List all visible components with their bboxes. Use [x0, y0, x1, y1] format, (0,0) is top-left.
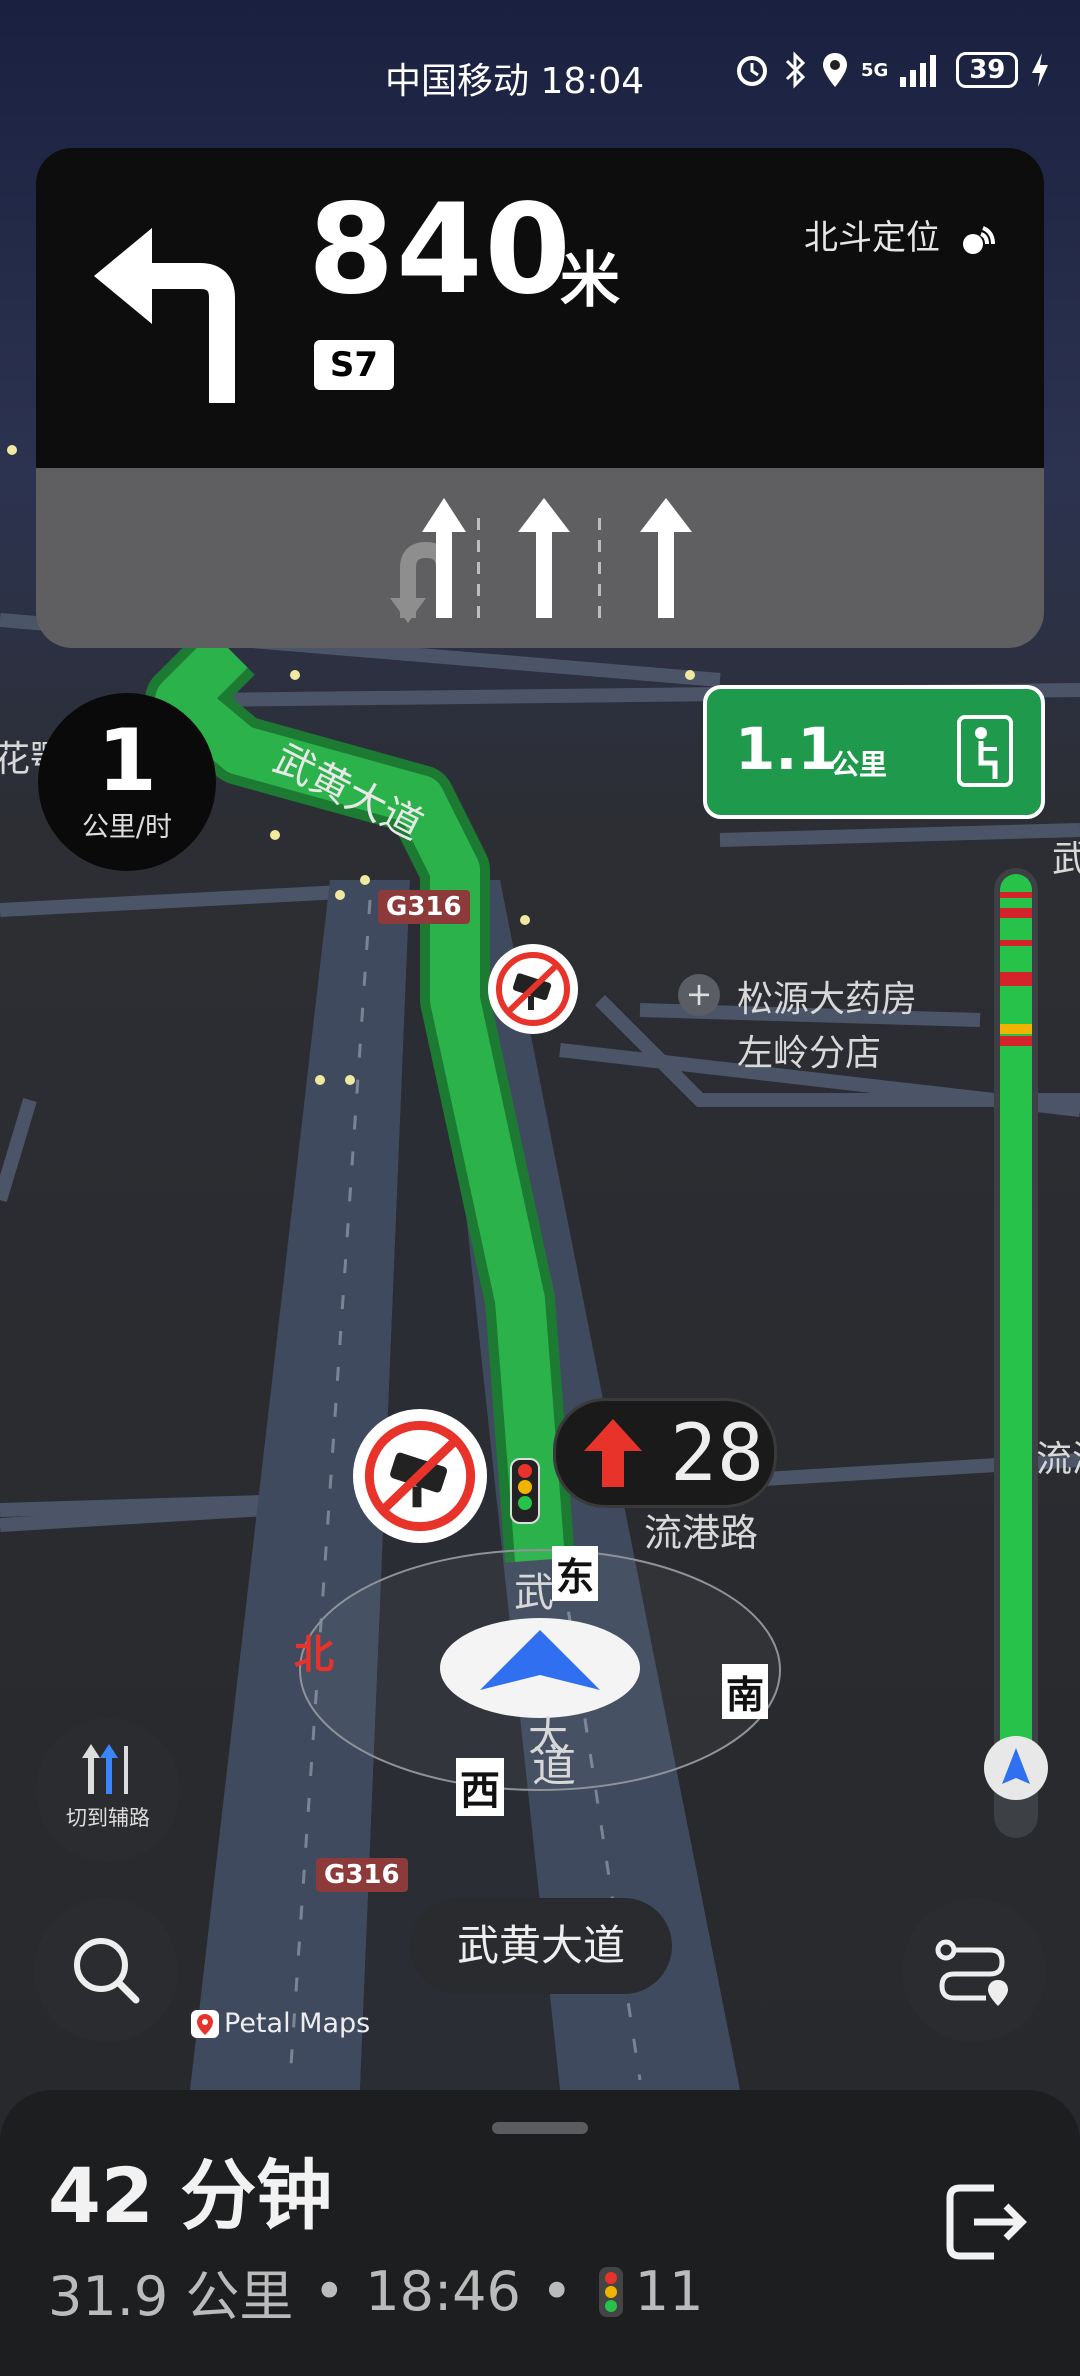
traffic-light-count: 11: [634, 2260, 704, 2323]
traffic-light-icon: [510, 1458, 540, 1524]
signal-countdown: 28: [553, 1398, 777, 1508]
search-icon: [74, 1938, 140, 2004]
petal-maps-logo-icon: [191, 2009, 219, 2038]
search-button[interactable]: [34, 1898, 178, 2042]
exit-distance-unit: 公里: [831, 748, 888, 781]
maneuver-distance-unit: 米: [560, 246, 620, 316]
speed-camera-icon[interactable]: [486, 942, 580, 1036]
signal-countdown-value: 28: [670, 1409, 764, 1499]
status-carrier-time: 中国移动 18:04: [385, 52, 644, 104]
route-options-button[interactable]: [902, 1898, 1046, 2042]
arrival-time: 18:46: [365, 2260, 521, 2323]
speed-camera-icon[interactable]: [350, 1406, 490, 1546]
charging-icon: [1032, 53, 1049, 87]
route-progress-marker: [984, 1736, 1048, 1800]
road-vertical-char-1: 武: [514, 1570, 554, 1616]
turn-left-icon: [94, 228, 235, 403]
battery-indicator: 39: [956, 52, 1019, 88]
positioning-text: 北斗定位: [804, 218, 940, 258]
current-road-name: 武黄大道: [410, 1898, 672, 1994]
location-icon: [823, 53, 847, 87]
trip-distance: 31.9 公里: [48, 2265, 294, 2328]
road-badge: S7: [314, 340, 394, 390]
highway-badge-bottom: G316: [316, 1858, 408, 1892]
exit-navigation-button[interactable]: [944, 2180, 1028, 2264]
exit-nav-icon: [946, 2184, 1027, 2260]
signal-strength-icon: [900, 55, 937, 87]
map-edge-label-right-top: 武: [1052, 839, 1080, 880]
compass-west: 西: [456, 1758, 504, 1816]
route-traffic-bar: [984, 868, 1048, 1838]
status-icons: 5G 39: [733, 48, 1050, 92]
compass-south: 南: [722, 1664, 769, 1719]
maneuver-distance: 840: [308, 178, 573, 322]
speed-unit: 公里/时: [81, 812, 173, 843]
straight-icon: [518, 498, 570, 618]
cross-road-label: 流港路: [644, 1511, 759, 1555]
switch-side-road-button[interactable]: 切到辅路: [36, 1718, 180, 1862]
highway-badge-top: G316: [378, 890, 470, 924]
speed-indicator: 1 公里/时: [38, 693, 216, 871]
compass-north: 北: [294, 1632, 334, 1678]
trip-details: 31.9 公里 • 18:46 • 11: [48, 2252, 703, 2331]
switch-road-icon: [82, 1744, 128, 1794]
guidance-card[interactable]: 840 米 S7 北斗定位: [36, 148, 1044, 648]
route-options-icon: [935, 1939, 1008, 2006]
exit-ramp-icon: [957, 715, 1013, 787]
carrier-name: 中国移动: [385, 61, 530, 102]
bluetooth-icon: [785, 51, 806, 89]
beidou-satellite-icon: [962, 225, 995, 254]
lane-guidance: [36, 468, 1044, 648]
poi-name-line-1[interactable]: 松源大药房: [737, 970, 917, 1022]
compass-east: 东: [552, 1546, 599, 1601]
road-vertical-char-3: 道: [532, 1741, 576, 1792]
pharmacy-poi-icon[interactable]: +: [678, 974, 720, 1016]
positioning-label: 北斗定位: [804, 210, 997, 259]
poi-name-line-2[interactable]: 左岭分店: [737, 1024, 881, 1076]
traffic-light-count-icon: [598, 2266, 623, 2317]
brand-watermark: Petal Maps: [190, 2008, 370, 2039]
uturn-straight-icon: [390, 498, 466, 623]
exit-distance: 1.1: [735, 715, 838, 783]
speed-value: 1: [97, 711, 157, 811]
exit-distance-badge[interactable]: 1.1 公里: [703, 685, 1045, 819]
panel-drag-handle[interactable]: [492, 2122, 588, 2134]
vehicle-position-icon: [1002, 1748, 1030, 1784]
straight-icon: [640, 498, 692, 618]
switch-side-road-label: 切到辅路: [66, 1806, 150, 1830]
status-bar: 中国移动 18:04 5G 39: [0, 30, 1080, 130]
network-type: 5G: [861, 59, 889, 81]
straight-arrow-icon: [584, 1419, 642, 1487]
alarm-icon: [737, 56, 767, 86]
trip-duration: 42 分钟: [48, 2151, 333, 2240]
map-edge-label-right-mid: 流浠: [1036, 1439, 1080, 1480]
status-time: 18:04: [540, 61, 645, 102]
brand-name: Petal Maps: [224, 2008, 371, 2039]
